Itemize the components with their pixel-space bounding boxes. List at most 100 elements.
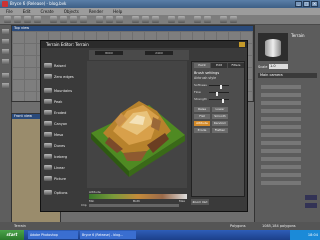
menu-help[interactable]: Help bbox=[113, 8, 122, 15]
dialog-close-icon[interactable] bbox=[239, 42, 245, 47]
cube-primitive-icon[interactable] bbox=[60, 16, 67, 23]
tool-dunes[interactable]: Dunes bbox=[44, 141, 65, 150]
view-front-icon[interactable] bbox=[2, 39, 9, 45]
attribute-row[interactable] bbox=[261, 133, 301, 137]
tool-linear[interactable]: Linear bbox=[44, 163, 65, 172]
close-icon[interactable]: × bbox=[311, 1, 318, 7]
attribute-row[interactable] bbox=[261, 93, 301, 97]
mode-button[interactable]: Erode bbox=[194, 128, 210, 133]
cylinder-primitive-icon[interactable] bbox=[70, 16, 77, 23]
mode-button[interactable]: Lower bbox=[212, 107, 228, 112]
preview-icon[interactable] bbox=[178, 16, 185, 23]
move-tool-icon[interactable] bbox=[14, 16, 21, 23]
scale-tool-icon[interactable] bbox=[34, 16, 41, 23]
grid-icon[interactable] bbox=[204, 16, 211, 23]
tool-mountains[interactable]: Mountains bbox=[44, 86, 72, 95]
tool-eroded[interactable]: Eroded bbox=[44, 108, 66, 117]
zoom-icon[interactable] bbox=[220, 16, 227, 23]
system-tray-clock: 18:04 bbox=[290, 230, 320, 240]
attribute-row[interactable] bbox=[261, 109, 301, 113]
attribute-row[interactable] bbox=[261, 117, 301, 121]
slider-track[interactable] bbox=[209, 99, 229, 103]
sphere-primitive-icon[interactable] bbox=[50, 16, 57, 23]
rotate-tool-icon[interactable] bbox=[24, 16, 31, 23]
tool-mesa[interactable]: Mesa bbox=[44, 130, 63, 139]
attribute-row[interactable] bbox=[261, 157, 301, 161]
tool-raised[interactable]: Raised bbox=[44, 61, 66, 70]
menu-file[interactable]: File bbox=[6, 8, 13, 15]
windows-taskbar: start Adobe Photoshop Bryce 6 (Release) … bbox=[0, 230, 320, 240]
mode-button[interactable]: Flat bbox=[194, 114, 210, 119]
picture-icon bbox=[44, 176, 52, 181]
terrain-editor-dialog: Terrain Editor: Terrain 800X 240X Raised… bbox=[40, 40, 248, 212]
airbrush-checkbox[interactable]: Airbrush style bbox=[194, 76, 216, 80]
mode-button-active[interactable]: Altitude bbox=[194, 121, 210, 126]
menu-edit[interactable]: Edit bbox=[23, 8, 31, 15]
tool-iceberg[interactable]: Iceberg bbox=[44, 152, 67, 161]
light-icon[interactable] bbox=[116, 16, 123, 23]
attribute-row[interactable] bbox=[261, 173, 301, 177]
view-side-icon[interactable] bbox=[2, 49, 9, 55]
tab-filters[interactable]: Filters bbox=[228, 63, 244, 68]
view-top-icon[interactable] bbox=[2, 29, 9, 35]
tab-edit[interactable]: Edit bbox=[211, 63, 227, 68]
maximize-icon[interactable]: □ bbox=[303, 1, 310, 7]
tool-zero-edges[interactable]: Zero edges bbox=[44, 72, 74, 81]
attribute-row[interactable] bbox=[261, 141, 301, 145]
material-icon[interactable] bbox=[152, 16, 159, 23]
clip-label: Clip bbox=[81, 203, 87, 207]
mode-button[interactable]: Flatten bbox=[212, 128, 228, 133]
panel-item[interactable] bbox=[305, 195, 317, 200]
terrain-primitive-icon[interactable] bbox=[96, 16, 103, 23]
tool-peak[interactable]: Peak bbox=[44, 97, 62, 106]
attribute-row[interactable] bbox=[261, 181, 301, 185]
menu-render[interactable]: Render bbox=[89, 8, 103, 15]
tool-picture[interactable]: Picture bbox=[44, 174, 66, 183]
mode-button[interactable]: Raise bbox=[194, 107, 210, 112]
tab-paint[interactable]: Paint bbox=[194, 63, 210, 68]
minimize-icon[interactable]: _ bbox=[295, 1, 302, 7]
taskbar-item[interactable]: Adobe Photoshop bbox=[28, 231, 78, 239]
view-options-icon[interactable] bbox=[194, 16, 201, 23]
group-icon[interactable] bbox=[2, 83, 9, 89]
tool-canyon[interactable]: Canyon bbox=[44, 119, 67, 128]
cone-primitive-icon[interactable] bbox=[80, 16, 87, 23]
slider-knob[interactable] bbox=[216, 92, 218, 96]
scale-input[interactable]: 1.0 bbox=[269, 64, 288, 69]
menu-objects[interactable]: Objects bbox=[64, 8, 79, 15]
slider-track[interactable] bbox=[209, 92, 229, 96]
window-title: Bryce 6 (Release) - blog.bvk bbox=[10, 1, 67, 6]
taskbar-item[interactable]: Bryce 6 (Release) - blog... bbox=[80, 231, 136, 239]
mode-button[interactable]: Random bbox=[212, 121, 228, 126]
zoom-out-button[interactable]: Zoom Out bbox=[191, 199, 209, 205]
object-panel: Terrain Scale 1.0 Main camera bbox=[254, 25, 320, 230]
camera-icon[interactable] bbox=[132, 16, 139, 23]
mode-button[interactable]: Smooth bbox=[212, 114, 228, 119]
water-plane-icon[interactable] bbox=[106, 16, 113, 23]
attribute-row[interactable] bbox=[261, 165, 301, 169]
render-icon[interactable] bbox=[168, 16, 175, 23]
terrain-3d-preview[interactable] bbox=[87, 61, 187, 188]
menu-create[interactable]: Create bbox=[40, 8, 53, 15]
attribute-row[interactable] bbox=[261, 149, 301, 153]
attribute-row[interactable] bbox=[261, 125, 301, 129]
tool-options[interactable]: Options bbox=[44, 188, 68, 197]
resolution-field[interactable]: 800X bbox=[95, 51, 123, 55]
start-button[interactable]: start bbox=[0, 230, 24, 240]
resolution-field-2[interactable]: 240X bbox=[145, 51, 173, 55]
panel-item[interactable] bbox=[305, 203, 317, 208]
link-icon[interactable] bbox=[2, 73, 9, 79]
pan-icon[interactable] bbox=[230, 16, 237, 23]
attribute-row[interactable] bbox=[261, 85, 301, 89]
slider-track[interactable] bbox=[209, 85, 229, 89]
brush-settings-title: Brush settings bbox=[194, 71, 220, 75]
sky-icon[interactable] bbox=[142, 16, 149, 23]
slider-knob[interactable] bbox=[222, 99, 224, 103]
clip-slider[interactable] bbox=[89, 204, 179, 207]
attribute-row[interactable] bbox=[261, 101, 301, 105]
select-tool-icon[interactable] bbox=[4, 16, 11, 23]
slider-knob[interactable] bbox=[220, 85, 222, 89]
resolution-bar: 800X 240X bbox=[89, 50, 189, 60]
flow-slider-row: Flow bbox=[194, 90, 244, 96]
view-camera-icon[interactable] bbox=[2, 59, 9, 65]
